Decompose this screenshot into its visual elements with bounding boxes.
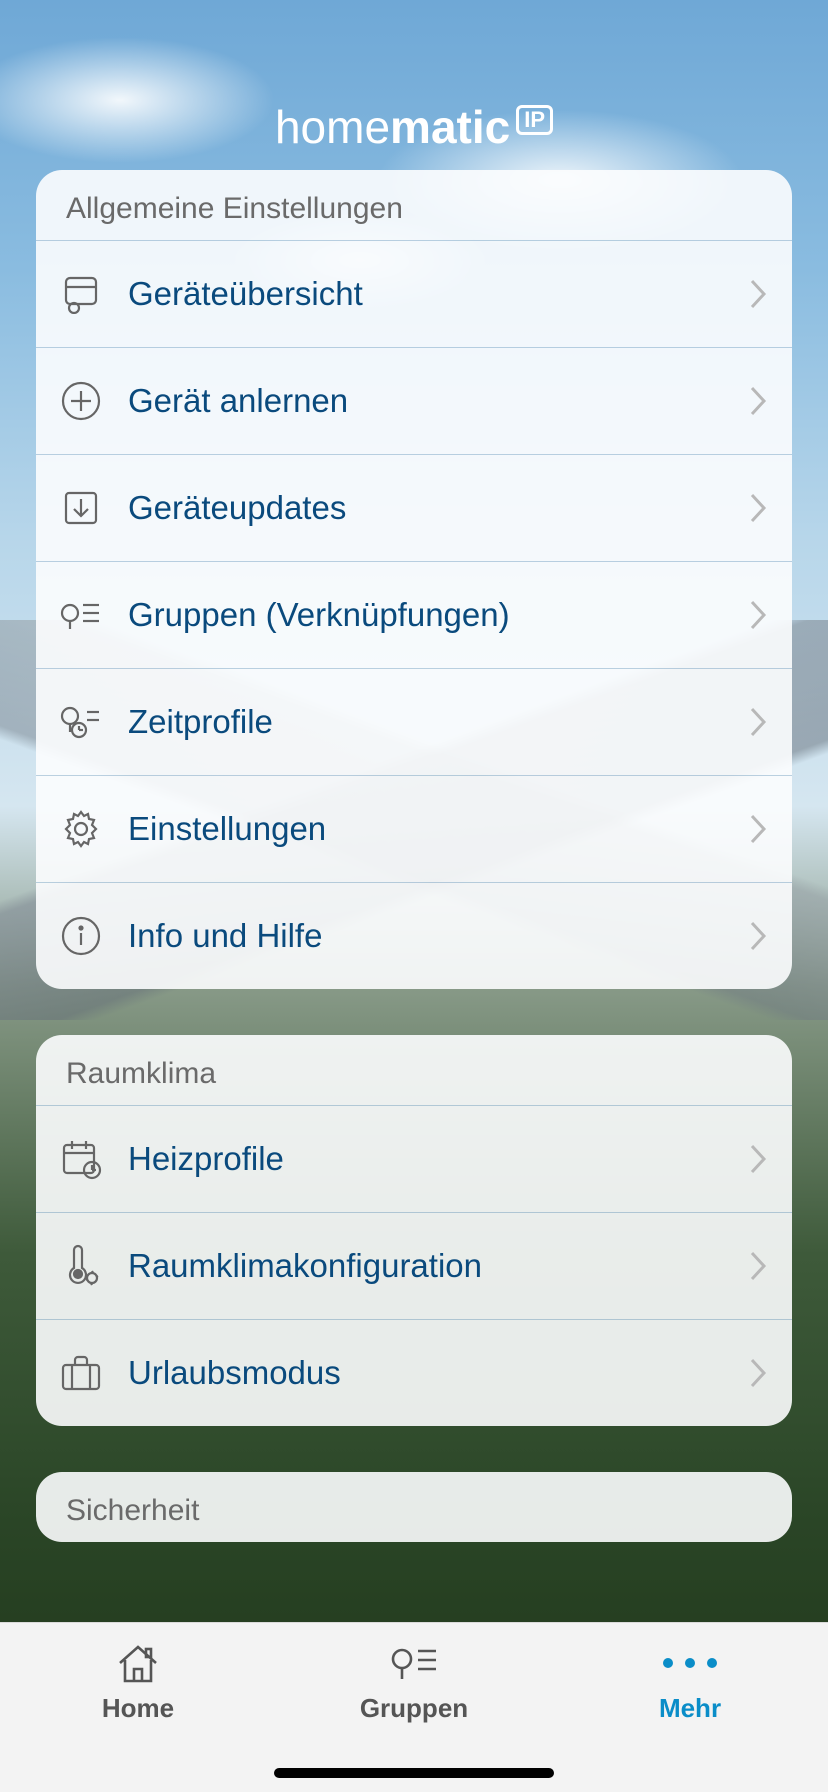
chevron-right-icon <box>748 384 768 418</box>
download-box-icon <box>58 485 104 531</box>
scroll-area[interactable]: Allgemeine Einstellungen Geräteübersicht <box>36 170 792 1622</box>
tab-more[interactable]: Mehr <box>552 1623 828 1764</box>
gear-icon <box>58 806 104 852</box>
row-label: Gerät anlernen <box>104 382 748 420</box>
section-security: Sicherheit <box>36 1472 792 1542</box>
row-vacation-mode[interactable]: Urlaubsmodus <box>36 1319 792 1426</box>
tab-groups[interactable]: Gruppen <box>276 1623 552 1764</box>
row-label: Einstellungen <box>104 810 748 848</box>
thermometer-gear-icon <box>58 1243 104 1289</box>
tab-home[interactable]: Home <box>0 1623 276 1764</box>
section-general: Allgemeine Einstellungen Geräteübersicht <box>36 170 792 989</box>
device-list-icon <box>58 271 104 317</box>
home-icon <box>114 1639 162 1687</box>
brand-badge: IP <box>516 105 553 135</box>
time-profile-icon <box>58 699 104 745</box>
row-groups[interactable]: Gruppen (Verknüpfungen) <box>36 561 792 668</box>
row-label: Info und Hilfe <box>104 917 748 955</box>
chevron-right-icon <box>748 1356 768 1390</box>
chevron-right-icon <box>748 705 768 739</box>
app-screen: homematicIP Allgemeine Einstellungen Ger… <box>0 0 828 1792</box>
row-label: Urlaubsmodus <box>104 1354 748 1392</box>
row-label: Raumklimakonfiguration <box>104 1247 748 1285</box>
row-label: Gruppen (Verknüpfungen) <box>104 596 748 634</box>
tab-label: Home <box>102 1693 174 1724</box>
chevron-right-icon <box>748 491 768 525</box>
home-indicator[interactable] <box>274 1768 554 1778</box>
info-icon <box>58 913 104 959</box>
brand-bold: matic <box>390 101 510 153</box>
groups-icon <box>58 592 104 638</box>
row-info-help[interactable]: Info und Hilfe <box>36 882 792 989</box>
chevron-right-icon <box>748 812 768 846</box>
chevron-right-icon <box>748 1249 768 1283</box>
row-label: Geräteupdates <box>104 489 748 527</box>
section-title: Sicherheit <box>36 1472 792 1542</box>
row-label: Heizprofile <box>104 1140 748 1178</box>
row-label: Zeitprofile <box>104 703 748 741</box>
brand-prefix: home <box>275 101 390 153</box>
row-device-updates[interactable]: Geräteupdates <box>36 454 792 561</box>
chevron-right-icon <box>748 277 768 311</box>
suitcase-icon <box>58 1350 104 1396</box>
row-time-profiles[interactable]: Zeitprofile <box>36 668 792 775</box>
calendar-clock-icon <box>58 1136 104 1182</box>
row-label: Geräteübersicht <box>104 275 748 313</box>
chevron-right-icon <box>748 1142 768 1176</box>
row-add-device[interactable]: Gerät anlernen <box>36 347 792 454</box>
section-title: Raumklima <box>36 1035 792 1105</box>
section-title: Allgemeine Einstellungen <box>36 170 792 240</box>
more-icon <box>663 1639 717 1687</box>
chevron-right-icon <box>748 919 768 953</box>
tab-label: Mehr <box>659 1693 721 1724</box>
section-climate: Raumklima Heizprofile <box>36 1035 792 1426</box>
row-climate-config[interactable]: Raumklimakonfiguration <box>36 1212 792 1319</box>
tab-bar: Home Gruppen Mehr <box>0 1622 828 1792</box>
row-heating-profiles[interactable]: Heizprofile <box>36 1105 792 1212</box>
chevron-right-icon <box>748 598 768 632</box>
tab-label: Gruppen <box>360 1693 468 1724</box>
groups-icon <box>388 1639 440 1687</box>
plus-circle-icon <box>58 378 104 424</box>
row-device-overview[interactable]: Geräteübersicht <box>36 240 792 347</box>
row-settings[interactable]: Einstellungen <box>36 775 792 882</box>
brand-header: homematicIP <box>0 0 828 154</box>
